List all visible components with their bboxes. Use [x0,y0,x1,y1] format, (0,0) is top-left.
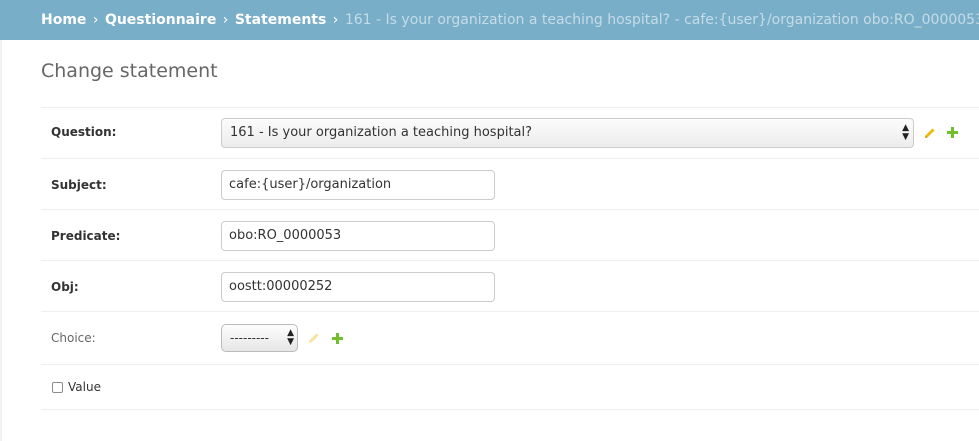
predicate-input[interactable]: obo:RO_0000053 [221,221,495,251]
subject-input[interactable]: cafe:{user}/organization [221,170,495,200]
breadcrumb-separator: › [92,12,99,28]
choice-label: Choice: [51,331,96,345]
breadcrumb-questionnaire-link[interactable]: Questionnaire [105,12,216,28]
form-row-value: Value [41,365,979,410]
form-row-question: Question: 161 - Is your organization a t… [41,107,979,159]
subject-label: Subject: [51,178,107,192]
form-row-choice: Choice: --------- ▲ ▼ [41,312,979,365]
predicate-label: Predicate: [51,229,121,243]
breadcrumb-separator: › [332,12,339,28]
select-arrows-icon: ▲ ▼ [287,328,294,347]
plus-icon[interactable] [947,127,958,138]
obj-label: Obj: [51,280,79,294]
breadcrumb-current: 161 - Is your organization a teaching ho… [344,12,979,28]
select-arrows-icon: ▲ ▼ [902,123,909,142]
value-label: Value [68,380,101,394]
breadcrumb-home-link[interactable]: Home [41,12,86,28]
breadcrumb-statements-link[interactable]: Statements [235,12,327,28]
choice-select[interactable]: --------- ▲ ▼ [221,324,298,352]
breadcrumb: Home › Questionnaire › Statements › 161 … [0,0,979,40]
form-row-predicate: Predicate: obo:RO_0000053 [41,210,979,261]
choice-select-value: --------- [230,331,269,345]
question-select-value: 161 - Is your organization a teaching ho… [230,125,533,140]
form-row-subject: Subject: cafe:{user}/organization [41,159,979,210]
plus-icon[interactable] [332,333,343,344]
question-label: Question: [51,125,117,139]
question-select[interactable]: 161 - Is your organization a teaching ho… [221,118,914,148]
page-title: Change statement [41,60,218,82]
form-row-obj: Obj: oostt:00000252 [41,261,979,312]
pencil-icon[interactable] [924,127,936,139]
value-checkbox[interactable] [52,382,63,393]
obj-input[interactable]: oostt:00000252 [221,272,495,302]
breadcrumb-separator: › [222,12,229,28]
left-edge [0,0,2,441]
pencil-icon [308,332,320,344]
